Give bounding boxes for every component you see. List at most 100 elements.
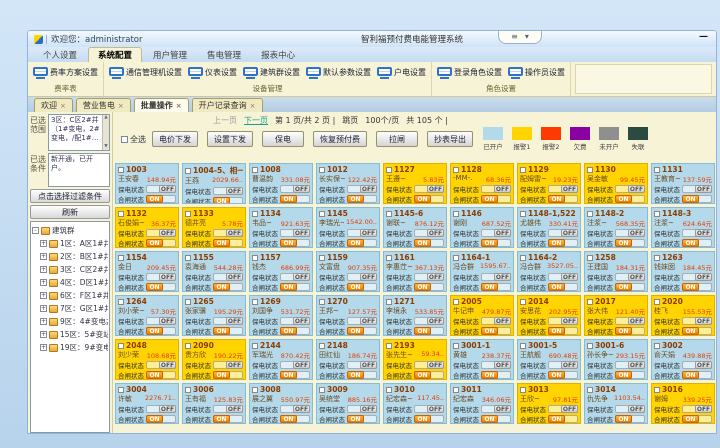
hezha-toggle[interactable]: ON bbox=[615, 415, 645, 423]
baodian-toggle[interactable]: OFF bbox=[615, 361, 645, 369]
document-tab[interactable]: 开户记录查询× bbox=[192, 98, 263, 112]
baodian-toggle[interactable]: OFF bbox=[481, 273, 511, 281]
baodian-toggle[interactable]: OFF bbox=[213, 187, 243, 195]
room-card[interactable]: 1159文富盘907.35元保电状态OFF合闸状态ON bbox=[316, 251, 380, 292]
room-card[interactable]: 3008展之翼550.97元保电状态OFF合闸状态ON bbox=[249, 383, 313, 424]
hezha-toggle[interactable]: ON bbox=[481, 195, 511, 203]
room-card[interactable]: 2005牛记申479.87元保电状态OFF合闸状态ON bbox=[450, 295, 514, 336]
room-card[interactable]: 1008曹温韵331.08元保电状态OFF合闸状态ON bbox=[249, 163, 313, 204]
select-all[interactable]: 全选 bbox=[121, 134, 146, 145]
room-checkbox[interactable] bbox=[520, 343, 526, 349]
room-card[interactable]: 3009吴统堂885.16元保电状态OFF合闸状态ON bbox=[316, 383, 380, 424]
room-card[interactable]: 3004许敏2276.71..保电状态OFF合闸状态ON bbox=[115, 383, 179, 424]
room-checkbox[interactable] bbox=[118, 387, 124, 393]
baodian-toggle[interactable]: OFF bbox=[146, 273, 176, 281]
room-card[interactable]: 2048刘少荣108.68元保电状态OFF合闸状态ON bbox=[115, 339, 179, 380]
room-card[interactable]: 1157钱杰686.99元保电状态OFF合闸状态ON bbox=[249, 251, 313, 292]
room-card[interactable]: 3014仇先争1103.54..保电状态OFF合闸状态ON bbox=[584, 383, 648, 424]
expand-icon[interactable]: + bbox=[40, 344, 47, 351]
room-card[interactable]: 1154金日209.45元保电状态OFF合闸状态ON bbox=[115, 251, 179, 292]
hezha-toggle[interactable]: ON bbox=[615, 195, 645, 203]
ribbon-button[interactable]: 默认参数设置 bbox=[304, 66, 373, 80]
baodian-toggle[interactable]: OFF bbox=[347, 405, 377, 413]
hezha-toggle[interactable]: ON bbox=[347, 371, 377, 379]
baodian-toggle[interactable]: OFF bbox=[280, 317, 310, 325]
scroll-down-icon[interactable]: ▼ bbox=[104, 144, 107, 150]
room-checkbox[interactable] bbox=[520, 387, 526, 393]
baodian-toggle[interactable]: OFF bbox=[548, 317, 578, 325]
room-checkbox[interactable] bbox=[252, 343, 258, 349]
action-button[interactable]: 抄表导出 bbox=[427, 131, 473, 147]
baodian-toggle[interactable]: OFF bbox=[615, 317, 645, 325]
baodian-toggle[interactable]: OFF bbox=[213, 229, 243, 237]
baodian-toggle[interactable]: OFF bbox=[682, 229, 712, 237]
hezha-toggle[interactable]: ON bbox=[548, 195, 578, 203]
ribbon-tab[interactable]: 系统配置 bbox=[88, 47, 142, 62]
hezha-toggle[interactable]: ON bbox=[615, 327, 645, 335]
tree-node[interactable]: +3区：C区2#井（1#变 bbox=[32, 263, 108, 276]
room-card[interactable]: 3001-6孙长争~293.15元保电状态OFF合闸状态ON bbox=[584, 339, 648, 380]
action-button[interactable]: 拉闸 bbox=[376, 131, 418, 147]
room-checkbox[interactable] bbox=[386, 255, 392, 261]
room-checkbox[interactable] bbox=[319, 299, 325, 305]
hezha-toggle[interactable]: ON bbox=[548, 327, 578, 335]
hezha-toggle[interactable]: ON bbox=[682, 239, 712, 247]
room-checkbox[interactable] bbox=[319, 167, 325, 173]
minimize-button[interactable]: — bbox=[699, 32, 708, 42]
tree-node[interactable]: +19区：9#变电站（2# bbox=[32, 341, 108, 354]
room-checkbox[interactable] bbox=[386, 299, 392, 305]
hezha-toggle[interactable]: ON bbox=[213, 327, 243, 335]
hezha-toggle[interactable]: ON bbox=[213, 415, 243, 423]
room-checkbox[interactable] bbox=[520, 167, 526, 173]
hezha-toggle[interactable]: ON bbox=[213, 197, 243, 204]
ribbon-button[interactable]: 仪表设置 bbox=[186, 66, 239, 80]
room-card[interactable]: 2090贵方欣190.22元保电状态OFF合闸状态ON bbox=[182, 339, 246, 380]
document-tab[interactable]: 营业售电× bbox=[76, 98, 131, 112]
hezha-toggle[interactable]: ON bbox=[548, 371, 578, 379]
hezha-toggle[interactable]: ON bbox=[414, 327, 444, 335]
baodian-toggle[interactable]: OFF bbox=[146, 317, 176, 325]
room-checkbox[interactable] bbox=[319, 343, 325, 349]
tree-node[interactable]: +7区：G区1#井 bbox=[32, 302, 108, 315]
baodian-toggle[interactable]: OFF bbox=[146, 229, 176, 237]
baodian-toggle[interactable]: OFF bbox=[280, 405, 310, 413]
room-checkbox[interactable] bbox=[587, 167, 593, 173]
room-checkbox[interactable] bbox=[453, 211, 459, 217]
hezha-toggle[interactable]: ON bbox=[414, 239, 444, 247]
hezha-toggle[interactable]: ON bbox=[414, 371, 444, 379]
hezha-toggle[interactable]: ON bbox=[548, 415, 578, 423]
room-checkbox[interactable] bbox=[118, 343, 124, 349]
close-tab-icon[interactable]: × bbox=[250, 102, 256, 110]
room-card[interactable]: 3001-5王航舰690.48元保电状态OFF合闸状态ON bbox=[517, 339, 581, 380]
hezha-toggle[interactable]: ON bbox=[146, 283, 176, 291]
room-card[interactable]: 2020桂飞155.53元保电状态OFF合闸状态ON bbox=[651, 295, 715, 336]
baodian-toggle[interactable]: OFF bbox=[414, 229, 444, 237]
tree-node[interactable]: +2区：B区1#井/B区1#井 bbox=[32, 250, 108, 263]
room-card[interactable]: 1132石俊娟~36.37元保电状态OFF合闸状态ON bbox=[115, 207, 179, 248]
hezha-toggle[interactable]: ON bbox=[682, 415, 712, 423]
baodian-toggle[interactable]: OFF bbox=[347, 273, 377, 281]
baodian-toggle[interactable]: OFF bbox=[682, 405, 712, 413]
hezha-toggle[interactable]: ON bbox=[481, 415, 511, 423]
room-checkbox[interactable] bbox=[319, 211, 325, 217]
baodian-toggle[interactable]: OFF bbox=[146, 185, 176, 193]
baodian-toggle[interactable]: OFF bbox=[347, 185, 377, 193]
baodian-toggle[interactable]: OFF bbox=[213, 405, 243, 413]
action-button[interactable]: 恢复预付费 bbox=[313, 131, 367, 147]
baodian-toggle[interactable]: OFF bbox=[615, 405, 645, 413]
room-card[interactable]: 3006王有福125.83元保电状态OFF合闸状态ON bbox=[182, 383, 246, 424]
hezha-toggle[interactable]: ON bbox=[414, 415, 444, 423]
room-checkbox[interactable] bbox=[654, 167, 660, 173]
action-button[interactable]: 保电 bbox=[262, 131, 304, 147]
room-card[interactable]: 1134韦品~921.63元保电状态OFF合闸状态ON bbox=[249, 207, 313, 248]
room-card[interactable]: 3013王欣~97.81元保电状态OFF合闸状态ON bbox=[517, 383, 581, 424]
close-tab-icon[interactable]: × bbox=[176, 102, 182, 110]
room-card[interactable]: 1269刘国争531.72元保电状态OFF合闸状态ON bbox=[249, 295, 313, 336]
room-checkbox[interactable] bbox=[118, 299, 124, 305]
hezha-toggle[interactable]: ON bbox=[280, 327, 310, 335]
room-card[interactable]: 1164-2冯合群3527.05..保电状态OFF合闸状态ON bbox=[517, 251, 581, 292]
room-checkbox[interactable] bbox=[520, 255, 526, 261]
room-card[interactable]: 1148-2注浆~568.35元保电状态OFF合闸状态ON bbox=[584, 207, 648, 248]
room-checkbox[interactable] bbox=[654, 255, 660, 261]
baodian-toggle[interactable]: OFF bbox=[481, 229, 511, 237]
